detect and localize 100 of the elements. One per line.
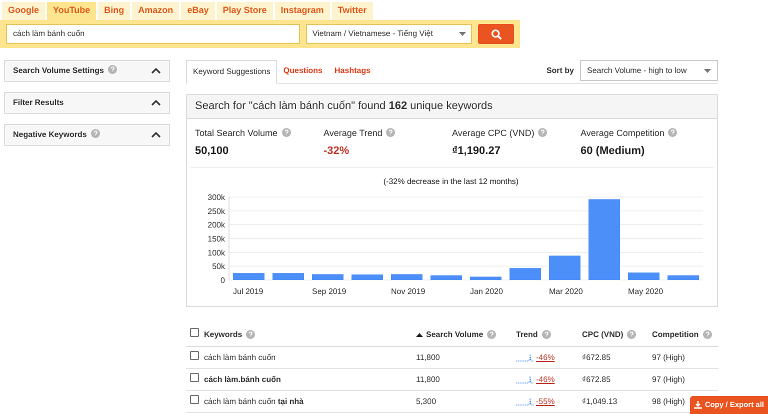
column-label: Competition bbox=[652, 328, 699, 340]
x-tick-label: Sep 2019 bbox=[312, 287, 346, 296]
export-icon bbox=[694, 401, 702, 409]
keyword-cell-text: cách làm bánh cuốn bbox=[204, 352, 277, 364]
trend-link[interactable]: -55% bbox=[536, 396, 555, 408]
sparkline-icon bbox=[516, 397, 534, 406]
chart-bar bbox=[312, 274, 344, 280]
search-field[interactable]: cách làm bánh cuốn bbox=[6, 24, 300, 44]
help-icon bbox=[542, 330, 551, 339]
platform-tab[interactable]: eBay bbox=[181, 2, 215, 20]
volume-cell-text: 11,800 bbox=[416, 352, 441, 364]
cpc-cell-text: ₫672.85 bbox=[582, 374, 612, 386]
help-icon bbox=[668, 128, 678, 137]
checkbox[interactable] bbox=[190, 328, 199, 337]
platform-tab[interactable]: Bing bbox=[98, 2, 130, 20]
chart-bar bbox=[233, 273, 264, 280]
column-header[interactable]: Trend bbox=[516, 328, 582, 340]
column-header[interactable]: Competition bbox=[652, 328, 712, 340]
sort-value: Search Volume - high to low bbox=[587, 64, 687, 76]
help-icon bbox=[627, 330, 636, 339]
competition-cell: 97 (High) bbox=[652, 352, 685, 364]
platform-tab[interactable]: Google bbox=[2, 2, 45, 20]
platform-tab[interactable]: Amazon bbox=[132, 2, 180, 20]
platform-tab[interactable]: Play Store bbox=[216, 2, 273, 20]
panel-title: Search Volume Settings bbox=[13, 65, 117, 77]
help-icon bbox=[282, 128, 291, 137]
chart-bar bbox=[549, 256, 580, 280]
search-icon bbox=[490, 28, 502, 40]
language-value: Vietnam / Vietnamese - Tiếng Việt bbox=[312, 28, 433, 40]
competition-cell: 98 (High) bbox=[652, 396, 685, 408]
result-tab[interactable]: Keyword Suggestions bbox=[186, 60, 278, 84]
help-icon bbox=[702, 330, 712, 339]
checkbox[interactable] bbox=[190, 351, 199, 360]
panel-title: Negative Keywords bbox=[13, 129, 100, 141]
y-tick-label: 250k bbox=[208, 206, 225, 216]
platform-tab[interactable]: YouTube bbox=[47, 2, 96, 20]
x-tick-label: Jan 2020 bbox=[470, 287, 503, 296]
caret-icon bbox=[704, 68, 711, 72]
column-header[interactable]: Keywords bbox=[204, 328, 416, 340]
sort-select[interactable]: Search Volume - high to low bbox=[580, 60, 718, 81]
chart-bar bbox=[510, 268, 541, 280]
checkbox[interactable] bbox=[190, 395, 199, 404]
column-label: Trend bbox=[516, 328, 538, 340]
sidebar-panel[interactable]: Negative Keywords bbox=[4, 124, 170, 146]
chart-bar bbox=[470, 276, 502, 280]
chart-bar bbox=[668, 275, 699, 280]
chevron-icon bbox=[151, 132, 161, 138]
stat-label: Average Competition bbox=[580, 127, 709, 140]
chart-bar bbox=[628, 272, 660, 280]
trend-link[interactable]: -46% bbox=[536, 374, 555, 386]
y-tick-label: 150k bbox=[208, 234, 225, 244]
chevron-icon bbox=[151, 68, 161, 74]
competition-cell: 97 (High) bbox=[652, 374, 685, 386]
stat-value: 60 (Medium) bbox=[580, 144, 646, 158]
column-header[interactable]: Search Volume bbox=[416, 328, 516, 340]
sidebar-panel[interactable]: Search Volume Settings bbox=[4, 60, 170, 82]
stat-label: Average Trend bbox=[324, 127, 452, 140]
platform-tab[interactable]: Instagram bbox=[274, 2, 330, 20]
volume-cell-text: 11,800 bbox=[416, 374, 441, 386]
platform-tab[interactable]: Twitter bbox=[332, 2, 373, 20]
help-icon bbox=[246, 330, 256, 339]
result-tab[interactable]: Hashtags bbox=[328, 59, 377, 83]
chart-bar bbox=[272, 273, 304, 280]
y-tick-label: 300k bbox=[208, 193, 225, 202]
cpc-cell-text: ₫1,049.13 bbox=[582, 396, 618, 408]
x-tick-label: May 2020 bbox=[628, 287, 664, 296]
help-icon bbox=[538, 128, 548, 137]
column-label: Search Volume bbox=[426, 328, 484, 340]
column-label: Keywords bbox=[204, 328, 242, 340]
stat-value: ₫1,190.27 bbox=[452, 144, 502, 158]
language-select[interactable]: Vietnam / Vietnamese - Tiếng Việt bbox=[306, 24, 472, 44]
chart-bar bbox=[430, 275, 462, 280]
stat-value: -32% bbox=[324, 144, 350, 158]
sparkline-icon bbox=[516, 353, 534, 362]
chevron-icon bbox=[151, 100, 161, 106]
keyword-cell-text: cách làm.bánh cuốn bbox=[204, 374, 282, 386]
y-tick-label: 200k bbox=[208, 220, 225, 230]
summary-heading: Search for "cách làm bánh cuốn" found 162 unique keywords bbox=[195, 99, 493, 114]
search-button[interactable] bbox=[478, 24, 514, 44]
keyword-cell-text: cách làm bánh cuốn tại nhà bbox=[204, 396, 305, 408]
y-tick-label: 100k bbox=[208, 248, 225, 258]
trend-link[interactable]: -46% bbox=[536, 352, 555, 364]
sort-label: Sort by bbox=[546, 64, 574, 76]
sort-icon bbox=[416, 332, 423, 336]
stat-value: 50,100 bbox=[195, 144, 230, 158]
caret-icon bbox=[459, 32, 466, 36]
panel-title: Filter Results bbox=[13, 97, 64, 109]
chart-bar bbox=[352, 274, 383, 280]
column-header[interactable]: CPC (VND) bbox=[582, 328, 652, 340]
x-tick-label: Nov 2019 bbox=[391, 287, 426, 296]
y-tick-label: 0 bbox=[220, 276, 225, 285]
result-tab[interactable]: Questions bbox=[277, 59, 329, 83]
sparkline-icon bbox=[516, 375, 534, 384]
volume-cell-text: 5,300 bbox=[416, 396, 438, 408]
x-tick-label: Mar 2020 bbox=[549, 287, 583, 296]
checkbox[interactable] bbox=[190, 373, 199, 382]
stat-label: Total Search Volume bbox=[195, 127, 324, 140]
stat-label: Average CPC (VND) bbox=[452, 127, 580, 140]
sidebar-panel[interactable]: Filter Results bbox=[4, 92, 170, 114]
chart-bar bbox=[391, 274, 422, 280]
